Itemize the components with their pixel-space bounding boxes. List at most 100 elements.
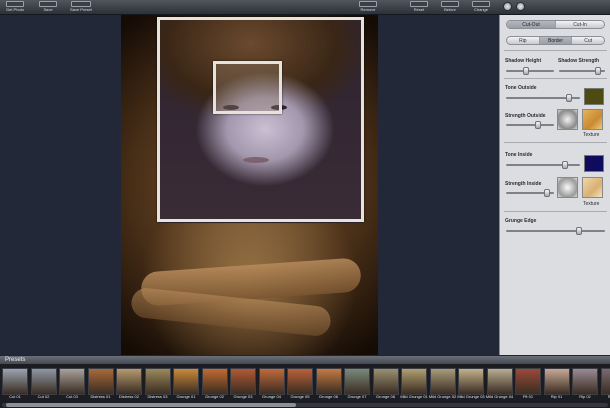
- get-photo-button[interactable]: Get Photo: [6, 1, 24, 14]
- change-label: Change: [473, 7, 488, 12]
- preset-thumb[interactable]: [230, 368, 256, 395]
- preset-thumb[interactable]: [87, 368, 114, 395]
- tab-cut-out[interactable]: Cut-Out: [507, 21, 556, 28]
- photo-canvas[interactable]: [121, 15, 378, 355]
- preset-thumb[interactable]: [344, 368, 370, 395]
- presets-strip[interactable]: Cut 01 Cut 02 Cut 03 Distress 01 Distress 02…: [0, 364, 610, 408]
- preset-label: Mild Grunge 02: [428, 395, 457, 399]
- preset-label: Grunge 05: [290, 395, 310, 399]
- preset-thumb[interactable]: [201, 368, 228, 395]
- tone-inside-label: Tone Inside: [505, 152, 533, 158]
- preset-thumb[interactable]: [287, 368, 313, 395]
- save-preset-label: Save Preset: [70, 7, 92, 12]
- preset-thumb[interactable]: [572, 368, 598, 395]
- preset-thumb[interactable]: [315, 368, 342, 395]
- presets-header: Presets: [0, 355, 610, 364]
- tone-outside-slider[interactable]: [506, 94, 580, 102]
- tone-inside-slider[interactable]: [506, 161, 580, 169]
- tone-inside-knob[interactable]: [562, 161, 568, 169]
- tab-cut[interactable]: Cut: [572, 37, 604, 44]
- save-button[interactable]: Save: [39, 1, 57, 14]
- texture-label: Texture: [583, 201, 600, 207]
- reset-button[interactable]: Reset: [410, 1, 428, 14]
- presets-title: Presets: [5, 357, 26, 363]
- presets-scrollbar[interactable]: [2, 403, 608, 407]
- strength-outside-slider[interactable]: [506, 121, 554, 129]
- get-photo-label: Get Photo: [6, 7, 25, 12]
- grunge-edge-slider[interactable]: [506, 227, 605, 235]
- strength-outside-knob[interactable]: [535, 121, 541, 129]
- strength-inside-slider[interactable]: [506, 189, 554, 197]
- preset-label: Mild Grunge 01: [400, 395, 428, 399]
- shadow-height-knob[interactable]: [523, 67, 529, 75]
- style-segmented-control[interactable]: Rip Border Cut: [506, 36, 605, 45]
- shadow-height-slider[interactable]: [506, 67, 554, 75]
- preset-thumb[interactable]: [458, 368, 484, 395]
- mode-segmented-control[interactable]: Cut-Out Cut-In: [506, 20, 605, 29]
- presets-scrollbar-thumb[interactable]: [6, 403, 296, 407]
- preset-label: Cut 02: [37, 395, 50, 399]
- preset-thumb[interactable]: [515, 368, 541, 395]
- tone-outside-label: Tone Outside: [505, 85, 537, 91]
- tab-cut-in[interactable]: Cut-In: [556, 21, 604, 28]
- strength-inside-knob[interactable]: [544, 189, 550, 197]
- texture-outside-swatch[interactable]: [582, 109, 603, 130]
- texture-inside-swatch[interactable]: [582, 177, 603, 198]
- save-preset-button[interactable]: Save Preset: [70, 1, 92, 14]
- grunge-edge-label: Grunge Edge: [505, 218, 537, 224]
- preset-thumb[interactable]: [600, 368, 610, 395]
- preset-thumb[interactable]: [30, 368, 57, 395]
- preset-thumb[interactable]: [543, 368, 570, 395]
- canvas-area: [0, 15, 499, 355]
- shadow-strength-label: Shadow Strength: [558, 58, 600, 64]
- divider: [504, 50, 607, 51]
- outer-border-frame[interactable]: [157, 17, 364, 222]
- preset-thumb[interactable]: [401, 368, 427, 395]
- tone-inside-swatch[interactable]: [584, 155, 604, 172]
- preset-label: Distress 03: [147, 395, 168, 399]
- preset-thumb[interactable]: [59, 368, 85, 395]
- preset-thumb[interactable]: [372, 368, 399, 395]
- remove-label: Remove: [360, 7, 376, 12]
- preset-label: Rip 03: [607, 395, 610, 399]
- toolbar: Get Photo Save Save Preset Remove Reset …: [0, 0, 610, 15]
- preset-label: Grunge 03: [233, 395, 253, 399]
- preset-label: Rip 02: [579, 395, 591, 399]
- preset-label: Distress 02: [118, 395, 139, 399]
- tab-rip[interactable]: Rip: [507, 37, 540, 44]
- preset-label: Grunge 04: [262, 395, 281, 399]
- preset-thumb[interactable]: [173, 368, 199, 395]
- save-label: Save: [43, 7, 53, 12]
- preset-label: Grunge 06: [319, 395, 338, 399]
- grunge-edge-knob[interactable]: [576, 227, 582, 235]
- settings-panel: Cut-Out Cut-In Rip Border Cut Shadow Hei…: [499, 15, 610, 355]
- texture-inside-preview[interactable]: [557, 177, 578, 198]
- preset-label: Pit 01: [522, 395, 534, 399]
- shadow-strength-slider[interactable]: [559, 67, 605, 75]
- shadow-height-label: Shadow Height: [505, 58, 542, 64]
- divider: [504, 211, 607, 212]
- shadow-strength-knob[interactable]: [595, 67, 601, 75]
- tone-outside-swatch[interactable]: [584, 88, 604, 105]
- preset-label: Mild Grunge 04: [485, 395, 514, 399]
- remove-button[interactable]: Remove: [359, 1, 377, 14]
- tone-outside-knob[interactable]: [566, 94, 572, 102]
- inner-border-frame[interactable]: [213, 61, 282, 114]
- preset-label: Cut 03: [66, 395, 78, 399]
- divider: [504, 78, 607, 79]
- before-button[interactable]: Before: [441, 1, 459, 14]
- info-icon[interactable]: [503, 2, 512, 11]
- texture-outside-preview[interactable]: [557, 109, 578, 130]
- preset-thumb[interactable]: [429, 368, 456, 395]
- preset-label: Grunge 01: [176, 395, 196, 399]
- gear-icon[interactable]: [516, 2, 525, 11]
- preset-thumb[interactable]: [144, 368, 171, 395]
- preset-thumb[interactable]: [116, 368, 142, 395]
- tab-border[interactable]: Border: [539, 37, 573, 44]
- change-button[interactable]: Change: [472, 1, 490, 14]
- preset-thumb[interactable]: [258, 368, 285, 395]
- preset-label: Grunge 07: [347, 395, 367, 399]
- preset-thumb[interactable]: [486, 368, 513, 395]
- preset-thumb[interactable]: [2, 368, 28, 395]
- app-window: Get Photo Save Save Preset Remove Reset …: [0, 0, 610, 408]
